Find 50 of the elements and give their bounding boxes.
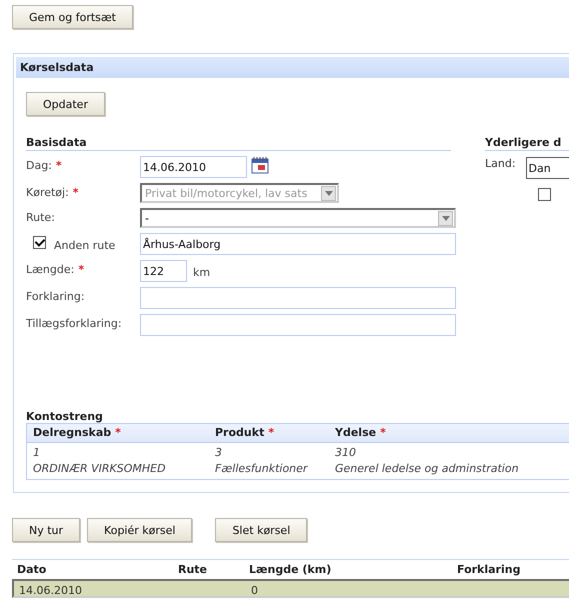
copy-button[interactable]: Kopiér kørsel — [87, 518, 192, 542]
table-cell-text: Generel ledelse og adminstration — [335, 461, 520, 477]
required-mark: * — [268, 426, 274, 439]
column-header: Forklaring — [456, 562, 522, 578]
table-cell-text: 310 — [335, 445, 357, 461]
table-cell-text: ORDINÆR VIRKSOMHED — [33, 461, 167, 477]
table-cell-text: 1 — [33, 445, 41, 461]
date-field[interactable]: 14.06.2010 — [140, 156, 247, 178]
new-trip-button[interactable]: Ny tur — [12, 518, 80, 542]
column-header: Dato — [17, 562, 48, 578]
required-mark: * — [115, 426, 121, 439]
dropdown[interactable]: - — [140, 208, 456, 228]
section-title: Yderligere d — [485, 136, 569, 151]
field-label: Forklaring: — [26, 290, 85, 303]
section-title: Basisdata — [26, 136, 451, 151]
panel-title: Kørselsdata — [16, 57, 569, 78]
column-header: Delregnskab — [33, 426, 112, 439]
text-field[interactable] — [140, 287, 456, 309]
field-label: Køretøj: — [26, 186, 69, 199]
column-header: Længde (km) — [249, 562, 332, 578]
column-header: Ydelse — [335, 426, 376, 439]
table-cell-text: 3 — [215, 445, 223, 461]
table-cell: 14.06.2010 — [19, 584, 82, 597]
table-cell: 0 — [251, 584, 258, 597]
required-mark: * — [78, 263, 84, 276]
field-label: Land: — [485, 157, 516, 170]
table-cell-text: Fællesfunktioner — [215, 461, 309, 477]
column-header: Rute — [177, 562, 208, 578]
table-row[interactable]: 14.06.2010 0 — [12, 579, 569, 598]
required-mark: * — [72, 186, 79, 199]
update-button[interactable]: Opdater — [26, 92, 105, 116]
field-label: Længde: — [26, 263, 74, 276]
country-field[interactable]: Dan — [526, 157, 569, 179]
checkbox[interactable] — [538, 188, 551, 201]
checkbox-label: Anden rute — [54, 238, 116, 252]
column-header: Produkt — [215, 426, 264, 439]
field-label: Rute: — [26, 211, 55, 224]
text-field[interactable] — [140, 314, 456, 336]
save-continue-button[interactable]: Gem og fortsæt — [12, 5, 133, 29]
section-title: Kontostreng — [26, 410, 104, 423]
checkbox[interactable] — [33, 236, 46, 249]
length-field[interactable]: 122 — [140, 260, 187, 282]
field-label: Dag: — [26, 159, 52, 172]
text-field[interactable]: Århus-Aalborg — [140, 233, 456, 255]
required-mark: * — [380, 426, 386, 439]
delete-button[interactable]: Slet kørsel — [215, 518, 308, 542]
required-mark: * — [56, 159, 62, 172]
unit-label: km — [193, 266, 210, 279]
field-label: Tillægsforklaring: — [26, 317, 122, 330]
calendar-icon[interactable] — [251, 156, 269, 174]
